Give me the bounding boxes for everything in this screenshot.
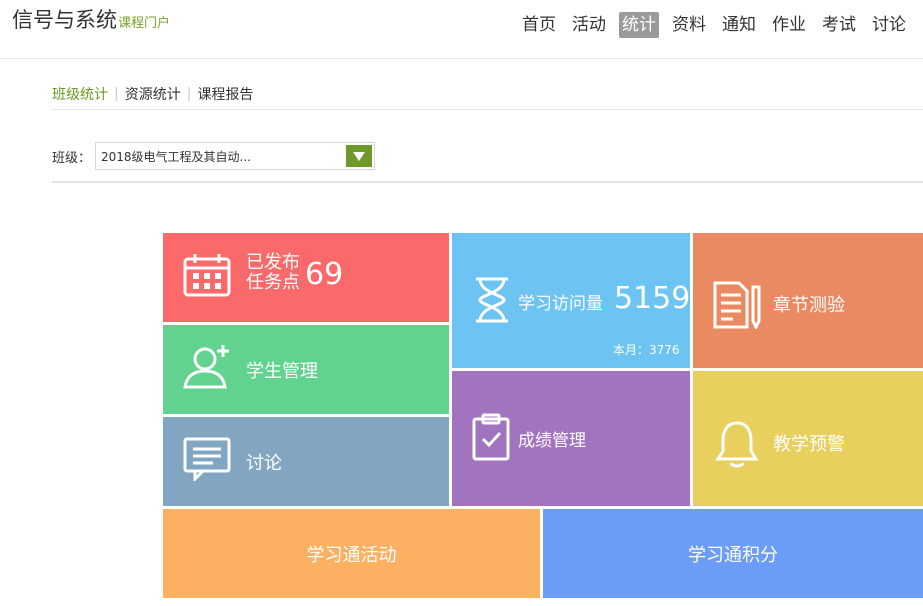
divider <box>52 181 923 183</box>
tab-divider: | <box>186 86 192 102</box>
nav-activities[interactable]: 活动 <box>569 12 609 38</box>
course-title: 信号与系统 <box>12 8 117 32</box>
nav-exams[interactable]: 考试 <box>819 12 859 38</box>
bell-icon <box>715 419 759 473</box>
tile-points-label: 学习通积分 <box>688 544 778 566</box>
tile-tasks-label-line1: 已发布 <box>246 252 300 273</box>
tile-quiz-label: 章节测验 <box>773 295 845 316</box>
clipboard-check-icon <box>472 413 510 465</box>
brand: 信号与系统课程门户 <box>12 4 170 34</box>
tab-resource-statistics[interactable]: 资源统计 <box>125 84 181 104</box>
tile-learning-visits[interactable]: 学习访问量 5159 本月：3776 <box>452 233 690 368</box>
hourglass-icon <box>474 277 510 327</box>
tile-xuexitong-points[interactable]: 学习通积分 <box>543 509 923 598</box>
calendar-icon <box>183 253 231 301</box>
tile-grades-label: 成绩管理 <box>518 431 586 451</box>
course-portal-label: 课程门户 <box>118 16 171 31</box>
document-pencil-icon <box>713 281 761 333</box>
nav-notices[interactable]: 通知 <box>719 12 759 38</box>
tab-course-report[interactable]: 课程报告 <box>197 84 253 104</box>
class-filter: 班级： 2018级电气工程及其自动... <box>52 142 376 170</box>
tile-tasks-label: 已发布 任务点 <box>246 253 300 293</box>
tile-published-tasks[interactable]: 已发布 任务点 69 <box>163 233 449 322</box>
tile-student-management[interactable]: 学生管理 <box>163 325 449 414</box>
tile-tasks-value: 69 <box>305 257 344 292</box>
tile-teaching-warning[interactable]: 教学预警 <box>693 371 923 506</box>
tile-tasks-label-line2: 任务点 <box>246 272 300 293</box>
tile-students-label: 学生管理 <box>246 361 318 382</box>
header: 信号与系统课程门户 首页 活动 统计 资料 通知 作业 考试 讨论 <box>0 0 923 59</box>
chat-icon <box>183 437 231 485</box>
nav-homework[interactable]: 作业 <box>769 12 809 38</box>
tile-warning-label: 教学预警 <box>773 434 845 455</box>
nav-discussion[interactable]: 讨论 <box>869 12 909 38</box>
tile-grade-management[interactable]: 成绩管理 <box>452 371 690 506</box>
class-select-value: 2018级电气工程及其自动... <box>101 149 251 164</box>
class-filter-label: 班级： <box>52 150 92 166</box>
tile-discussion[interactable]: 讨论 <box>163 417 449 506</box>
tab-divider: | <box>114 86 119 102</box>
nav-statistics[interactable]: 统计 <box>619 12 659 38</box>
add-user-icon <box>183 343 231 393</box>
tile-activities-label: 学习通活动 <box>306 544 397 566</box>
tile-xuexitong-activities[interactable]: 学习通活动 <box>163 509 540 598</box>
tile-discussion-label: 讨论 <box>246 453 282 474</box>
tile-chapter-quiz[interactable]: 章节测验 <box>693 233 923 368</box>
divider <box>52 109 923 110</box>
tile-visits-label: 学习访问量 <box>518 294 603 314</box>
class-select[interactable]: 2018级电气工程及其自动... <box>95 142 376 170</box>
dropdown-arrow-icon[interactable] <box>346 145 373 167</box>
nav-home[interactable]: 首页 <box>519 12 559 38</box>
nav-materials[interactable]: 资料 <box>669 12 709 38</box>
tile-visits-value: 5159 <box>614 281 691 316</box>
tile-visits-month: 本月：3776 <box>613 343 680 357</box>
main-nav: 首页 活动 统计 资料 通知 作业 考试 讨论 <box>519 12 909 38</box>
subtabs: 班级统计 | 资源统计 | 课程报告 <box>52 84 253 104</box>
tab-class-statistics[interactable]: 班级统计 <box>52 84 108 104</box>
